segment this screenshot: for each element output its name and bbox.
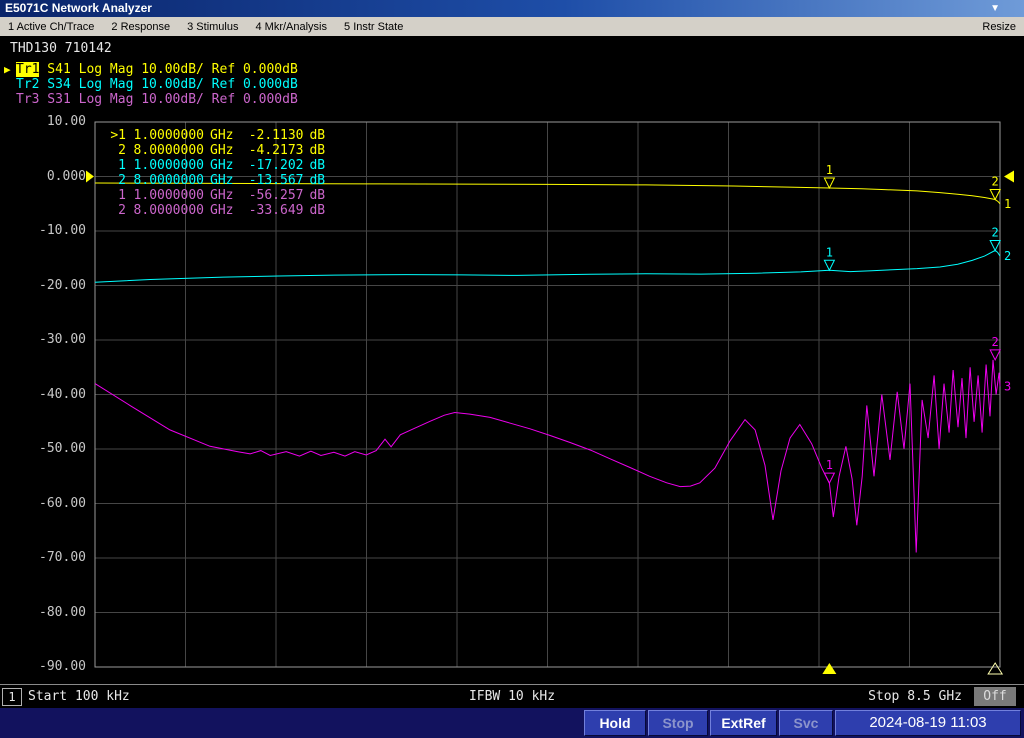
marker-triangle-icon	[989, 239, 1001, 252]
trace-number-label: 1	[1004, 197, 1011, 211]
marker-triangle-icon	[989, 349, 1001, 362]
marker-readout-row: 1 1.0000000 GHz -17.202 dB	[118, 158, 326, 173]
clock[interactable]: 2024-08-19 11:03	[835, 710, 1021, 736]
y-axis-label: -60.00	[39, 495, 86, 511]
menubar: 1 Active Ch/Trace 2 Response 3 Stimulus 4 M…	[0, 17, 1024, 36]
window-title: E5071C Network Analyzer	[5, 1, 152, 15]
menu-item[interactable]: 3 Stimulus	[187, 21, 238, 33]
marker-readout-row: >1 1.0000000 GHz -2.1130 dB	[110, 128, 326, 143]
y-axis-label: 10.00	[46, 114, 86, 129]
marker-readout-row: 2 8.0000000 GHz -33.649 dB	[118, 203, 326, 218]
ref-level-indicator-right-icon	[1004, 170, 1014, 183]
trace-name: Tr2	[16, 77, 40, 92]
channel-title: THD130 710142	[10, 41, 112, 56]
y-axis-label: -80.00	[39, 604, 86, 620]
marker-label: 1	[826, 163, 833, 177]
y-axis-label: 0.000	[46, 168, 86, 184]
y-axis-label: -30.00	[39, 332, 86, 347]
trace-status-list: ▶ Tr1 S41 Log Mag 10.00dB/ Ref 0.000dB Tr…	[4, 62, 298, 107]
trace-number-label: 2	[1004, 249, 1011, 263]
menu-item-resize[interactable]: Resize	[982, 21, 1016, 33]
marker-readout: >1 1.0000000 GHz -2.1130 dB 2 8.0000000 GHz -4.2…	[108, 128, 325, 218]
marker-label: 2	[992, 174, 999, 188]
marker-readout-row: 2 8.0000000 GHz -13.567 dB	[118, 173, 326, 188]
instrument-screen: 123121212 THD130 710142 ▶ Tr1 S41 Log Mag…	[0, 36, 1024, 708]
active-trace-arrow-icon: ▶	[4, 63, 11, 76]
taskbar: Hold Stop ExtRef Svc 2024-08-19 11:03	[0, 708, 1024, 738]
trace-params: S34 Log Mag 10.00dB/ Ref 0.000dB	[39, 77, 298, 92]
marker-label: 2	[992, 335, 999, 349]
trace-number-label: 3	[1004, 379, 1011, 393]
trace-params: S31 Log Mag 10.00dB/ Ref 0.000dB	[39, 92, 298, 107]
extref-button[interactable]: ExtRef	[710, 710, 777, 736]
ref-level-indicator-left-icon	[86, 170, 94, 183]
titlebar: E5071C Network Analyzer ▼	[0, 0, 1024, 17]
y-axis-label: -20.00	[39, 277, 86, 293]
menu-item[interactable]: 2 Response	[111, 21, 170, 33]
status-bar: 1 IFBW 10 kHz Start 100 kHz Stop 8.5 GHz…	[0, 684, 1024, 708]
marker-label: 1	[826, 245, 833, 259]
marker-triangle-icon	[823, 177, 836, 190]
trace-status-row[interactable]: Tr2 S34 Log Mag 10.00dB/ Ref 0.000dB	[4, 77, 298, 92]
marker-triangle-icon	[989, 188, 1001, 201]
trace-name: Tr3	[16, 92, 40, 107]
off-indicator[interactable]: Off	[974, 687, 1016, 706]
titlebar-arrow-icon[interactable]: ▼	[990, 2, 1000, 15]
app-window: E5071C Network Analyzer ▼ 1 Active Ch/Tr…	[0, 0, 1024, 738]
menu-items: 1 Active Ch/Trace 2 Response 3 Stimulus 4 M…	[8, 21, 403, 33]
stop-button[interactable]: Stop	[648, 710, 708, 736]
menu-item[interactable]: 4 Mkr/Analysis	[255, 21, 327, 33]
y-axis-label: -70.00	[39, 550, 86, 565]
trace-status-row[interactable]: ▶ Tr1 S41 Log Mag 10.00dB/ Ref 0.000dB	[4, 62, 298, 77]
stimulus-marker-1-icon	[822, 663, 837, 674]
trace-status-row[interactable]: Tr3 S31 Log Mag 10.00dB/ Ref 0.000dB	[4, 92, 298, 107]
y-axis-label: -40.00	[39, 386, 86, 402]
marker-label: 1	[826, 458, 833, 472]
menu-item[interactable]: 5 Instr State	[344, 21, 403, 33]
y-axis-label: -90.00	[39, 659, 86, 674]
marker-triangle-icon	[823, 472, 836, 485]
start-frequency-label: Start 100 kHz	[28, 689, 130, 704]
marker-readout-row: 1 1.0000000 GHz -56.257 dB	[118, 188, 326, 203]
active-trace-arrow-icon	[4, 77, 16, 92]
trace-name: Tr1	[16, 62, 40, 77]
menu-item[interactable]: 1 Active Ch/Trace	[8, 21, 94, 33]
active-trace-arrow-icon	[4, 92, 16, 107]
marker-label: 2	[992, 225, 999, 239]
stop-frequency-label: Stop 8.5 GHz	[868, 689, 962, 704]
hold-button[interactable]: Hold	[584, 710, 646, 736]
trace-params: S41 Log Mag 10.00dB/ Ref 0.000dB	[39, 62, 298, 77]
svc-button[interactable]: Svc	[779, 710, 833, 736]
y-axis-label: -10.00	[39, 223, 86, 238]
marker-triangle-icon	[823, 259, 836, 272]
y-axis-label: -50.00	[39, 441, 86, 456]
marker-readout-row: 2 8.0000000 GHz -4.2173 dB	[118, 143, 326, 158]
